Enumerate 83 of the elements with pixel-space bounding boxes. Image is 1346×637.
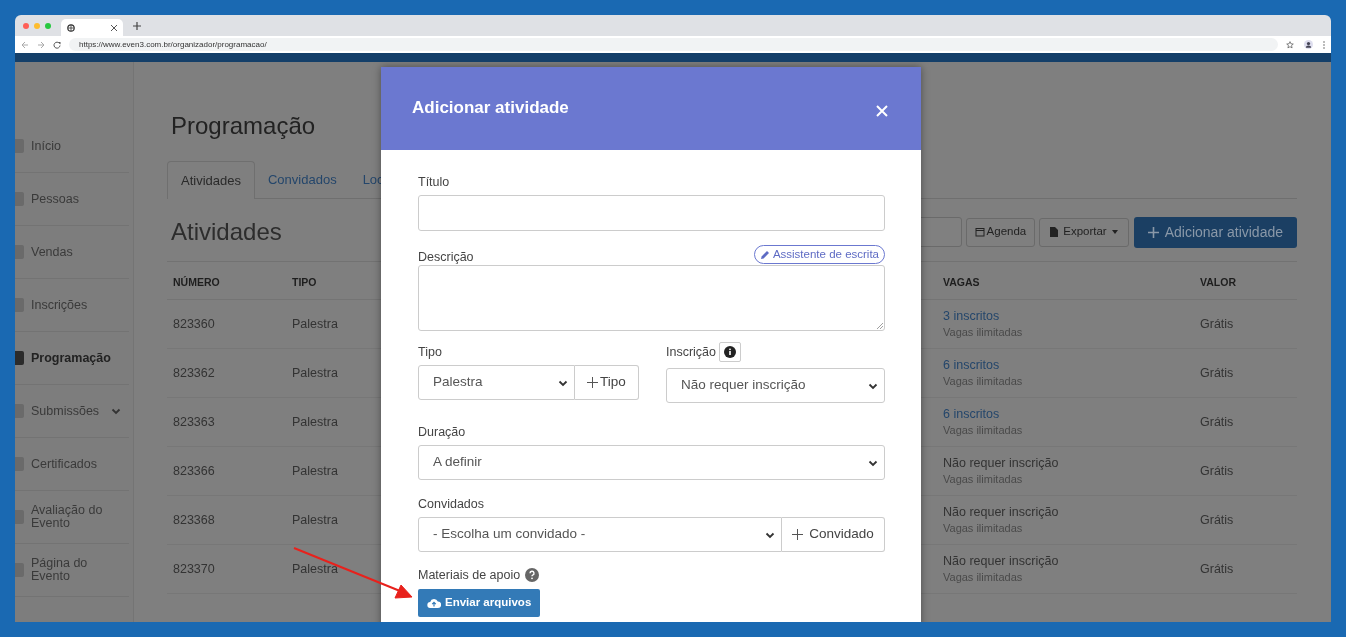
sidebar-item[interactable]: Avaliação do Evento xyxy=(15,491,129,544)
new-tab-icon[interactable] xyxy=(133,21,141,30)
export-button[interactable]: Exportar xyxy=(1039,217,1129,247)
tab[interactable]: Convidados xyxy=(255,161,350,198)
nav-icon xyxy=(15,351,24,365)
field-label: Duração xyxy=(418,425,467,439)
sidebar-item[interactable]: Programação xyxy=(15,332,129,385)
title-input[interactable] xyxy=(418,195,885,231)
registrations-link[interactable]: 3 inscritos xyxy=(943,308,1000,324)
field-label: Tipo xyxy=(418,345,443,359)
table-cell: Grátis xyxy=(1200,365,1234,380)
column-header: NÚMERO xyxy=(173,275,220,288)
page-title: Programação xyxy=(171,111,316,141)
table-cell: Palestra xyxy=(292,512,338,527)
close-icon[interactable] xyxy=(111,24,117,31)
upload-files-button[interactable]: Enviar arquivos xyxy=(418,589,541,617)
address-bar[interactable]: https://www.even3.com.br/organizador/programacao/ xyxy=(69,38,1278,51)
table-cell: 823360 xyxy=(173,316,215,331)
chevron-down-icon[interactable] xyxy=(111,406,121,416)
table-cell: Grátis xyxy=(1200,463,1234,478)
table-cell: Palestra xyxy=(292,365,338,380)
column-header: TIPO xyxy=(292,275,317,288)
field-label: Título xyxy=(418,175,451,189)
column-header: VALOR xyxy=(1200,275,1236,288)
sidebar-item[interactable]: Certificados xyxy=(15,438,129,491)
table-cell: Não requer inscrição xyxy=(943,553,1059,569)
table-cell: Grátis xyxy=(1200,561,1234,576)
sidebar-item[interactable]: Início xyxy=(15,120,129,173)
plus-icon xyxy=(587,377,599,388)
cloud-upload-icon xyxy=(427,598,441,608)
duration-select[interactable]: A definir xyxy=(418,445,885,480)
agenda-button[interactable]: Agenda xyxy=(965,217,1036,247)
column-header: VAGAS xyxy=(943,275,980,288)
table-cell: 823368 xyxy=(173,512,215,527)
field-label: Materiais de apoio xyxy=(418,566,521,584)
sidebar-item[interactable]: Página do Evento xyxy=(15,544,129,597)
table-cell: 823366 xyxy=(173,463,215,478)
file-icon xyxy=(1050,227,1059,237)
table-cell: Não requer inscrição xyxy=(943,455,1059,471)
pencil-icon xyxy=(759,249,770,260)
table-cell: Palestra xyxy=(292,316,338,331)
add-activity-button[interactable]: Adicionar atividade xyxy=(1133,216,1297,248)
field-label: Inscrição xyxy=(666,343,717,361)
table-cell: 823362 xyxy=(173,365,215,380)
table-cell: Grátis xyxy=(1200,316,1234,331)
table-cell: 823370 xyxy=(173,561,215,576)
plus-icon xyxy=(1147,226,1159,238)
reload-icon[interactable] xyxy=(53,40,61,49)
table-cell: Não requer inscrição xyxy=(943,504,1059,520)
guest-select[interactable]: - Escolha um convidado - xyxy=(418,517,782,552)
resize-grip-icon[interactable] xyxy=(876,322,883,329)
modal-title: Adicionar atividade xyxy=(412,96,569,119)
field-label: Descrição xyxy=(418,250,474,264)
table-cell: 823363 xyxy=(173,414,215,429)
calendar-icon xyxy=(974,227,985,237)
info-icon[interactable] xyxy=(719,342,742,362)
add-type-button[interactable]: Tipo xyxy=(575,365,639,400)
type-select[interactable]: Palestra xyxy=(418,365,575,400)
tab[interactable]: Atividades xyxy=(167,161,255,199)
browser-tab[interactable] xyxy=(61,19,123,36)
add-guest-button[interactable]: Convidado xyxy=(782,517,885,552)
sidebar-item[interactable]: Vendas xyxy=(15,226,129,279)
field-label: Convidados xyxy=(418,497,485,511)
table-cell: Palestra xyxy=(292,414,338,429)
back-icon[interactable] xyxy=(21,40,29,49)
table-cell: Grátis xyxy=(1200,414,1234,429)
table-cell: Grátis xyxy=(1200,512,1234,527)
help-icon[interactable] xyxy=(525,568,540,582)
sidebar-item[interactable]: Pessoas xyxy=(15,173,129,226)
registrations-link[interactable]: 6 inscritos xyxy=(943,406,1000,422)
star-icon[interactable] xyxy=(1286,40,1294,49)
sidebar-item[interactable]: Submissões xyxy=(15,385,129,438)
forward-icon[interactable] xyxy=(37,40,45,49)
table-cell: Palestra xyxy=(292,561,338,576)
table-cell: Palestra xyxy=(292,463,338,478)
caret-icon xyxy=(1111,230,1118,234)
plus-icon xyxy=(792,529,804,540)
registration-select[interactable]: Não requer inscrição xyxy=(666,368,885,403)
globe-icon xyxy=(67,23,75,32)
registrations-link[interactable]: 6 inscritos xyxy=(943,357,1000,373)
profile-icon[interactable] xyxy=(1304,40,1313,49)
section-title: Atividades xyxy=(171,217,282,247)
sidebar-item[interactable]: Inscrições xyxy=(15,279,129,332)
